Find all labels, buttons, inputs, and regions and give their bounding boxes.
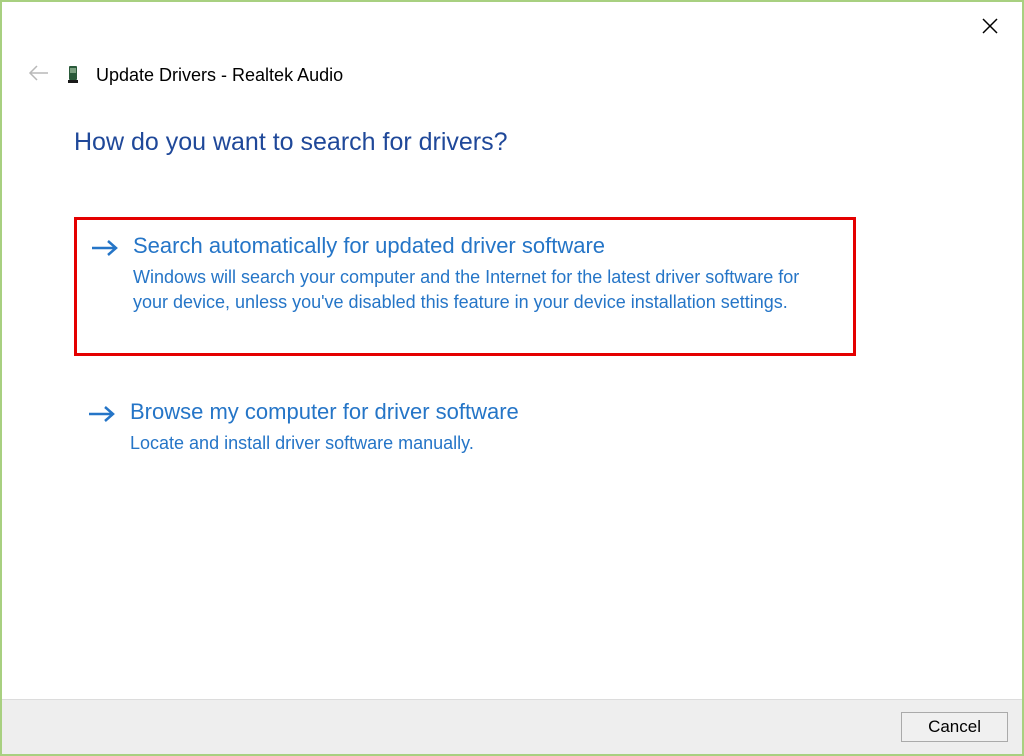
back-arrow-icon [28, 62, 50, 89]
arrow-right-icon [91, 236, 119, 260]
window-title: Update Drivers - Realtek Audio [96, 65, 343, 86]
option-description: Locate and install driver software manua… [130, 431, 820, 456]
option-text-block: Browse my computer for driver software L… [130, 398, 944, 456]
option-browse-manually[interactable]: Browse my computer for driver software L… [74, 386, 962, 474]
option-search-automatically[interactable]: Search automatically for updated driver … [74, 217, 856, 356]
wizard-footer: Cancel [2, 699, 1022, 754]
close-button[interactable] [978, 16, 1002, 40]
wizard-heading: How do you want to search for drivers? [74, 128, 962, 157]
device-icon [66, 64, 80, 86]
option-title: Browse my computer for driver software [130, 398, 944, 427]
back-button[interactable] [28, 64, 50, 86]
update-drivers-wizard: Update Drivers - Realtek Audio How do yo… [2, 2, 1022, 754]
close-icon [981, 17, 999, 40]
option-title: Search automatically for updated driver … [133, 232, 835, 261]
titlebar: Update Drivers - Realtek Audio [2, 2, 1022, 96]
option-text-block: Search automatically for updated driver … [133, 232, 835, 315]
wizard-content: How do you want to search for drivers? S… [2, 96, 1022, 699]
cancel-button[interactable]: Cancel [901, 712, 1008, 742]
option-description: Windows will search your computer and th… [133, 265, 823, 315]
arrow-right-icon [88, 402, 116, 426]
